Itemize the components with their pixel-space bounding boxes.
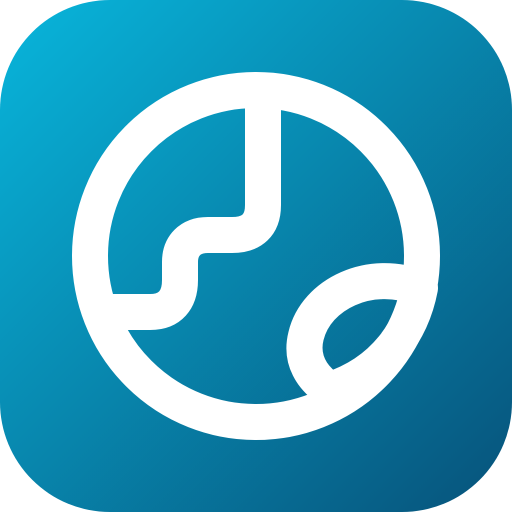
app-icon-tile[interactable] — [0, 0, 512, 512]
app-icon-stage — [0, 0, 512, 512]
